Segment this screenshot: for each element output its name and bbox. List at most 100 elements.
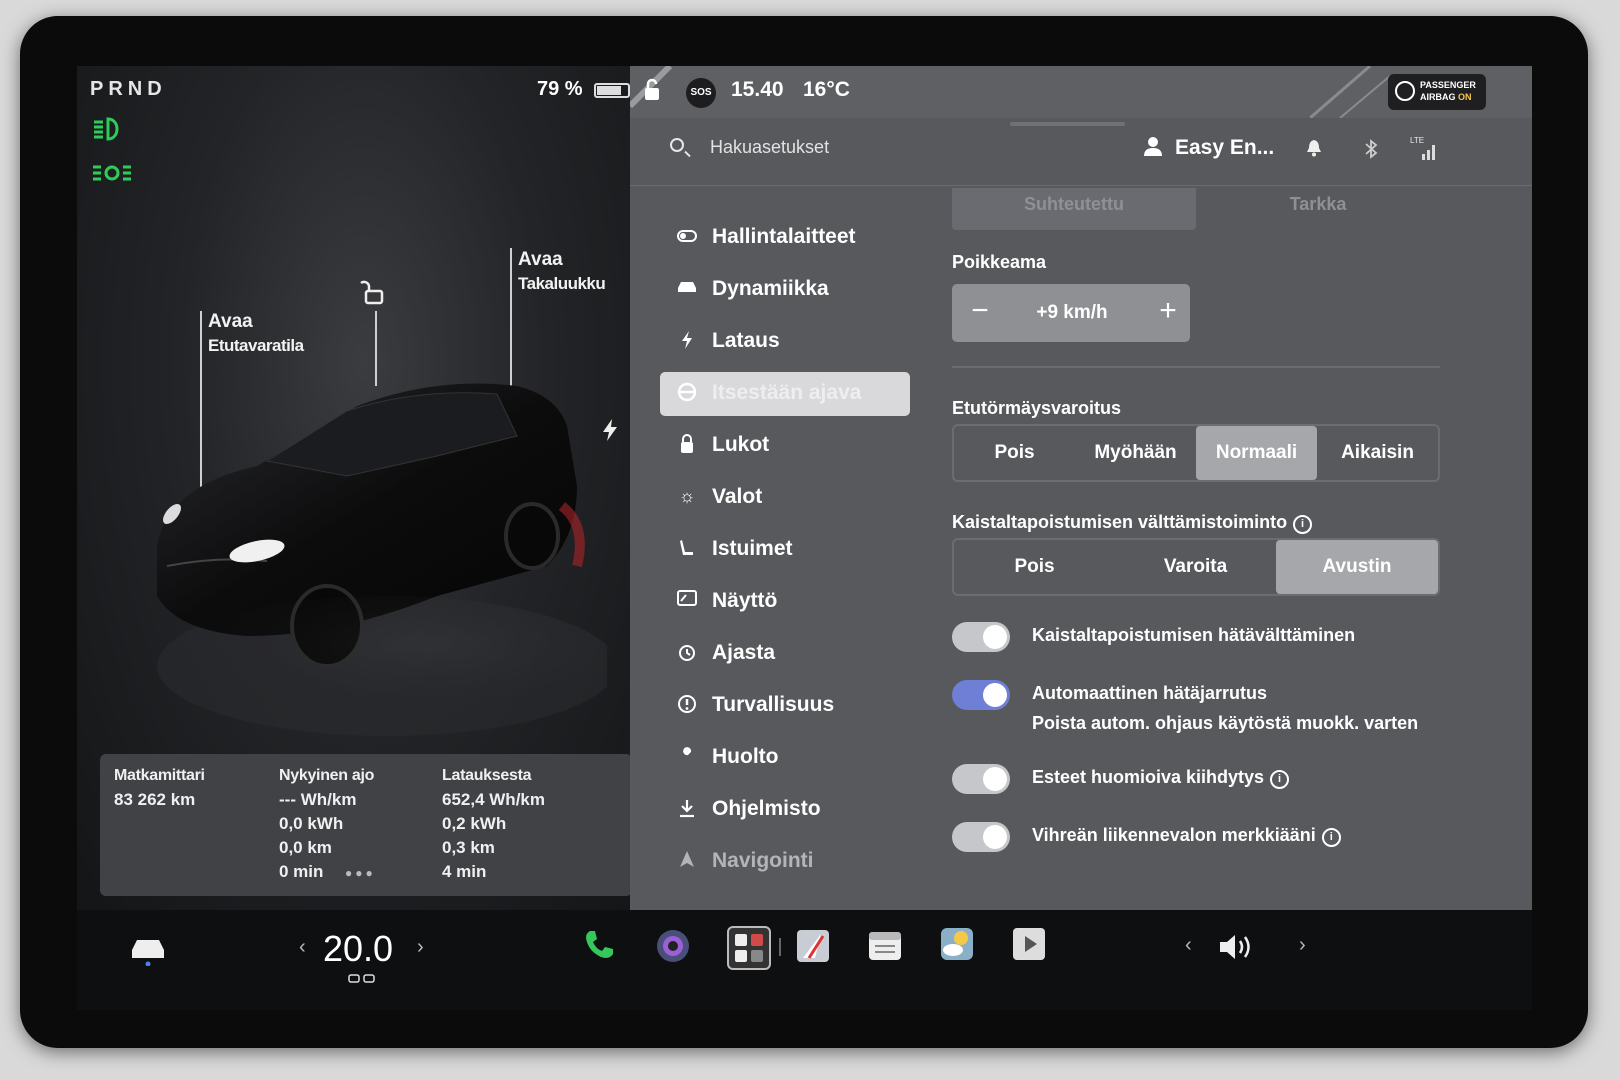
odometer-column: Matkamittari 83 262 km bbox=[114, 764, 205, 812]
driver-profile-button[interactable]: Easy En... bbox=[1143, 136, 1274, 160]
unlock-icon[interactable] bbox=[360, 279, 386, 311]
fcw-option-normaali[interactable]: Normaali bbox=[1196, 426, 1317, 480]
cabin-temperature[interactable]: 20.0 bbox=[323, 928, 393, 970]
touchscreen: PRND 79 % Avaa Etutavaratila Avaa Takalu… bbox=[77, 66, 1532, 1010]
steering-wheel-icon bbox=[676, 382, 698, 407]
lda-selector[interactable]: Pois Varoita Avustin bbox=[952, 538, 1440, 596]
search-input[interactable]: Hakuasetukset bbox=[710, 137, 829, 158]
navigation-icon bbox=[676, 850, 698, 873]
toggle-label-row: Esteet huomioiva kiihdytys i bbox=[1032, 767, 1290, 789]
volume-prev-icon[interactable]: ‹ bbox=[1185, 934, 1192, 957]
drag-handle[interactable] bbox=[1010, 122, 1125, 126]
nav-item-istuimet[interactable]: Istuimet bbox=[660, 528, 910, 572]
seat-icon bbox=[676, 538, 698, 563]
nav-item-turvallisuus[interactable]: Turvallisuus bbox=[660, 684, 910, 728]
gear-selector[interactable]: PRND bbox=[90, 78, 167, 101]
emergency-lane-toggle[interactable] bbox=[952, 622, 1010, 652]
airbag-state: ON bbox=[1458, 92, 1472, 102]
lock-status-icon[interactable] bbox=[642, 78, 662, 107]
info-icon[interactable]: i bbox=[1270, 770, 1290, 789]
fcw-title: Etutörmäysvaroitus bbox=[952, 398, 1122, 418]
card-page-indicator[interactable]: ●●● bbox=[345, 866, 376, 880]
map-road-icon bbox=[1310, 66, 1390, 118]
lda-title: Kaistaltapoistumisen välttämistoiminto bbox=[952, 512, 1288, 532]
nav-item-ajasta[interactable]: Ajasta bbox=[660, 632, 910, 676]
calendar-icon[interactable] bbox=[867, 928, 903, 969]
option-tarkka[interactable]: Tarkka bbox=[1196, 188, 1440, 230]
media-player-icon[interactable] bbox=[1011, 926, 1047, 967]
toggle-knob bbox=[983, 767, 1007, 791]
sos-button[interactable]: SOS bbox=[686, 78, 716, 108]
car-icon[interactable] bbox=[128, 932, 168, 967]
volume-icon[interactable] bbox=[1217, 932, 1257, 967]
headlight-icon bbox=[92, 116, 126, 149]
nav-label: Lukot bbox=[712, 433, 770, 456]
nav-item-naytto[interactable]: Näyttö bbox=[660, 580, 910, 624]
odometer-value: 83 262 km bbox=[114, 790, 196, 809]
toggle-label: Kaistaltapoistumisen hätävälttäminen bbox=[1032, 625, 1356, 645]
toggle-sublabel: Poista autom. ohjaus käytöstä muokk. var… bbox=[1032, 713, 1419, 733]
notification-bell-icon[interactable] bbox=[1306, 139, 1322, 162]
navigation-app-icon[interactable] bbox=[795, 928, 831, 969]
nav-item-dynamiikka[interactable]: Dynamiikka bbox=[660, 268, 910, 312]
speed-mode-selector[interactable]: Suhteutettu Tarkka bbox=[952, 186, 1440, 230]
current-trip-distance: 0,0 km bbox=[279, 838, 332, 857]
fcw-option-aikaisin[interactable]: Aikaisin bbox=[1317, 426, 1438, 480]
lock-icon bbox=[676, 434, 698, 459]
settings-panel: SOS 15.40 16°C PASSENGER AIRBAG ON Hakua… bbox=[630, 66, 1532, 910]
nav-item-valot[interactable]: ☼ Valot bbox=[660, 476, 910, 520]
toggle-icon bbox=[676, 226, 698, 247]
nav-item-ohjelmisto[interactable]: Ohjelmisto bbox=[660, 788, 910, 832]
lda-option-avustin[interactable]: Avustin bbox=[1276, 540, 1438, 594]
since-charge-energy: 0,2 kWh bbox=[442, 814, 507, 833]
lda-option-varoita[interactable]: Varoita bbox=[1115, 540, 1276, 594]
nav-item-hallintalaitteet[interactable]: Hallintalaitteet bbox=[660, 216, 910, 260]
car-panel: PRND 79 % Avaa Etutavaratila Avaa Takalu… bbox=[77, 66, 650, 910]
dock-separator bbox=[779, 938, 781, 956]
nav-label: Istuimet bbox=[712, 537, 793, 560]
current-trip-energy-rate: --- Wh/km bbox=[279, 790, 357, 809]
camera-icon[interactable] bbox=[655, 928, 691, 969]
passenger-airbag-indicator: PASSENGER AIRBAG ON bbox=[1388, 74, 1486, 110]
decrease-offset-button[interactable]: − bbox=[962, 294, 998, 330]
nav-item-navigointi[interactable]: Navigointi bbox=[660, 840, 910, 884]
info-icon[interactable]: i bbox=[1321, 828, 1341, 847]
option-suhteutettu[interactable]: Suhteutettu bbox=[952, 188, 1196, 230]
bolt-icon bbox=[676, 330, 698, 355]
fcw-option-pois[interactable]: Pois bbox=[954, 426, 1075, 480]
nav-item-lataus[interactable]: Lataus bbox=[660, 320, 910, 364]
temp-increase-icon[interactable]: › bbox=[417, 936, 424, 959]
info-icon[interactable]: i bbox=[1293, 515, 1313, 534]
nav-item-itsestaan-ajava[interactable]: Itsestään ajava bbox=[660, 372, 910, 416]
temp-decrease-icon[interactable]: ‹ bbox=[299, 936, 306, 959]
aeb-toggle[interactable] bbox=[952, 680, 1010, 710]
seat-heater-icon[interactable] bbox=[347, 972, 377, 990]
car-3d-model[interactable] bbox=[137, 366, 607, 746]
app-launcher-icon[interactable] bbox=[727, 926, 771, 970]
toggle-label: Esteet huomioiva kiihdytys bbox=[1032, 767, 1265, 787]
nav-label: Turvallisuus bbox=[712, 693, 835, 716]
obstacle-accel-toggle[interactable] bbox=[952, 764, 1010, 794]
odometer-title: Matkamittari bbox=[114, 767, 205, 784]
offset-value: +9 km/h bbox=[1036, 302, 1108, 323]
toggle-label-row: Vihreän liikennevalon merkkiääni i bbox=[1032, 825, 1341, 847]
volume-next-icon[interactable]: › bbox=[1299, 934, 1306, 957]
nav-item-huolto[interactable]: Huolto bbox=[660, 736, 910, 780]
green-light-chime-toggle[interactable] bbox=[952, 822, 1010, 852]
alarm-icon bbox=[676, 642, 698, 667]
airbag-status: AIRBAG ON bbox=[1420, 92, 1472, 102]
fcw-option-myohaan[interactable]: Myöhään bbox=[1075, 426, 1196, 480]
bluetooth-icon[interactable] bbox=[1364, 139, 1378, 164]
settings-search[interactable]: Hakuasetukset bbox=[670, 136, 970, 168]
fcw-selector[interactable]: Pois Myöhään Normaali Aikaisin bbox=[952, 424, 1440, 482]
nav-item-lukot[interactable]: Lukot bbox=[660, 424, 910, 468]
weather-app-icon[interactable] bbox=[939, 926, 975, 967]
section-divider bbox=[952, 366, 1440, 368]
frunk-open-button[interactable]: Avaa Etutavaratila bbox=[208, 310, 304, 358]
speed-offset-stepper[interactable]: − +9 km/h + bbox=[952, 284, 1190, 342]
lda-option-pois[interactable]: Pois bbox=[954, 540, 1115, 594]
phone-icon[interactable] bbox=[582, 928, 616, 967]
increase-offset-button[interactable]: + bbox=[1150, 294, 1186, 330]
nav-label: Ajasta bbox=[712, 641, 776, 664]
trunk-open-button[interactable]: Avaa Takaluukku bbox=[518, 248, 606, 296]
